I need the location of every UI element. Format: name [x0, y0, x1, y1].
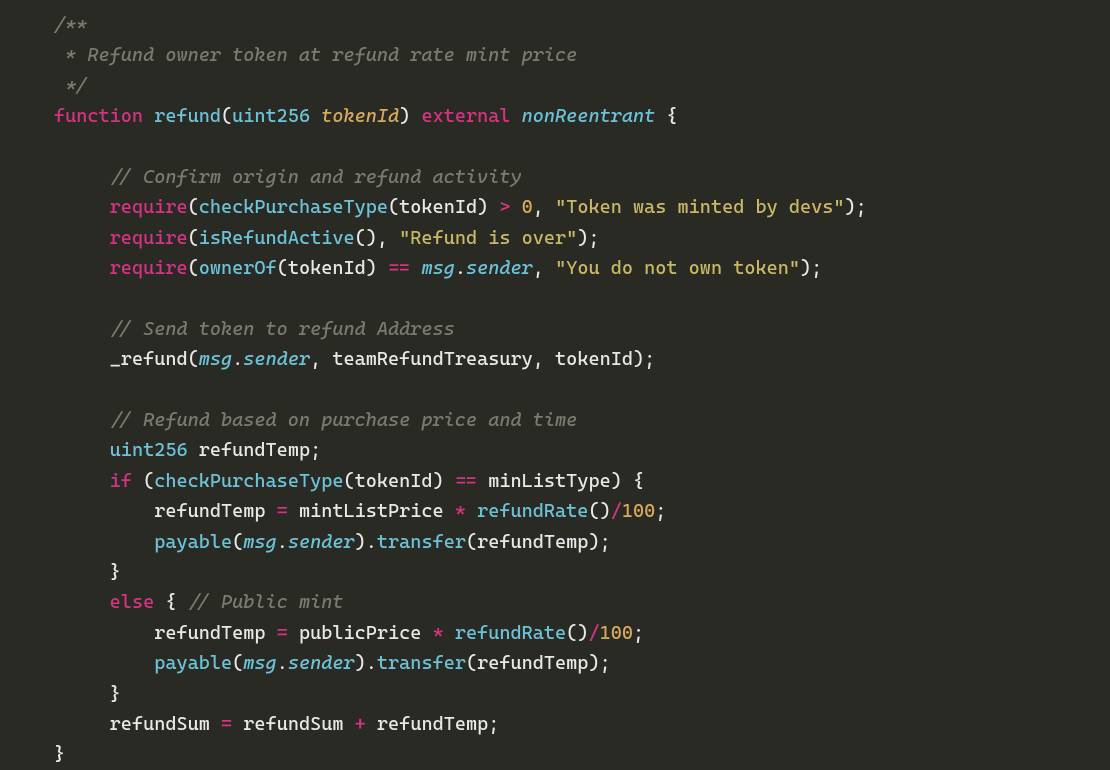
var-refundsum: refundSum: [110, 713, 210, 735]
comment-line: // Refund based on purchase price and ti…: [110, 409, 578, 431]
var-mintlistprice: mintListPrice: [299, 500, 444, 522]
string-not-own: "You do not own token": [555, 257, 800, 279]
var-refundtemp: refundTemp: [477, 652, 588, 674]
literal-zero: 0: [522, 196, 533, 218]
keyword-function: function: [54, 105, 143, 127]
function-name: refund: [154, 105, 221, 127]
sender-keyword: sender: [288, 652, 355, 674]
fn-transfer: transfer: [377, 652, 466, 674]
modifier-external: external: [421, 105, 510, 127]
var-refundtemp: refundTemp: [199, 439, 310, 461]
string-refund-over: "Refund is over": [399, 227, 577, 249]
keyword-if: if: [110, 470, 132, 492]
comment-line: /**: [54, 14, 87, 36]
msg-keyword: msg: [243, 652, 276, 674]
var-refundtemp: refundTemp: [377, 713, 488, 735]
sender-keyword: sender: [466, 257, 533, 279]
comment-line: // Send token to refund Address: [110, 318, 455, 340]
keyword-else: else: [110, 591, 155, 613]
comment-line: // Confirm origin and refund activity: [110, 166, 522, 188]
comment-line: * Refund owner token at refund rate mint…: [54, 44, 577, 66]
comment-line: // Public mint: [188, 591, 344, 613]
fn-refundrate: refundRate: [477, 500, 588, 522]
var-refundtemp: refundTemp: [154, 622, 265, 644]
var-refundtemp: refundTemp: [154, 500, 265, 522]
var-tokenid: tokenId: [288, 257, 366, 279]
fn-checkpurchasetype: checkPurchaseType: [154, 470, 343, 492]
var-tokenid: tokenId: [555, 348, 633, 370]
code-block: /** * Refund owner token at refund rate …: [0, 10, 1110, 770]
msg-keyword: msg: [243, 531, 276, 553]
fn-ownerof: ownerOf: [199, 257, 277, 279]
msg-keyword: msg: [199, 348, 232, 370]
fn-checkpurchasetype: checkPurchaseType: [199, 196, 388, 218]
var-tokenid: tokenId: [355, 470, 433, 492]
require-call: require: [110, 196, 188, 218]
modifier-nonreentrant: nonReentrant: [522, 105, 656, 127]
keyword-payable: payable: [154, 531, 232, 553]
fn-refundrate: refundRate: [455, 622, 566, 644]
fn-isrefundactive: isRefundActive: [199, 227, 355, 249]
fn-transfer: transfer: [377, 531, 466, 553]
param-tokenId: tokenId: [321, 105, 399, 127]
literal-100: 100: [622, 500, 655, 522]
comment-line: */: [54, 75, 87, 97]
var-refundsum: refundSum: [243, 713, 343, 735]
require-call: require: [110, 257, 188, 279]
fn-refund-internal: _refund: [110, 348, 188, 370]
string-minted-devs: "Token was minted by devs": [555, 196, 844, 218]
keyword-payable: payable: [154, 652, 232, 674]
var-tokenid: tokenId: [399, 196, 477, 218]
require-call: require: [110, 227, 188, 249]
var-minlisttype: minListType: [488, 470, 610, 492]
literal-100: 100: [600, 622, 633, 644]
type-uint256: uint256: [232, 105, 310, 127]
type-uint256: uint256: [110, 439, 188, 461]
sender-keyword: sender: [243, 348, 310, 370]
var-refundtemp: refundTemp: [477, 531, 588, 553]
var-publicprice: publicPrice: [299, 622, 421, 644]
msg-keyword: msg: [421, 257, 454, 279]
sender-keyword: sender: [288, 531, 355, 553]
var-teamrefundtreasury: teamRefundTreasury: [332, 348, 532, 370]
